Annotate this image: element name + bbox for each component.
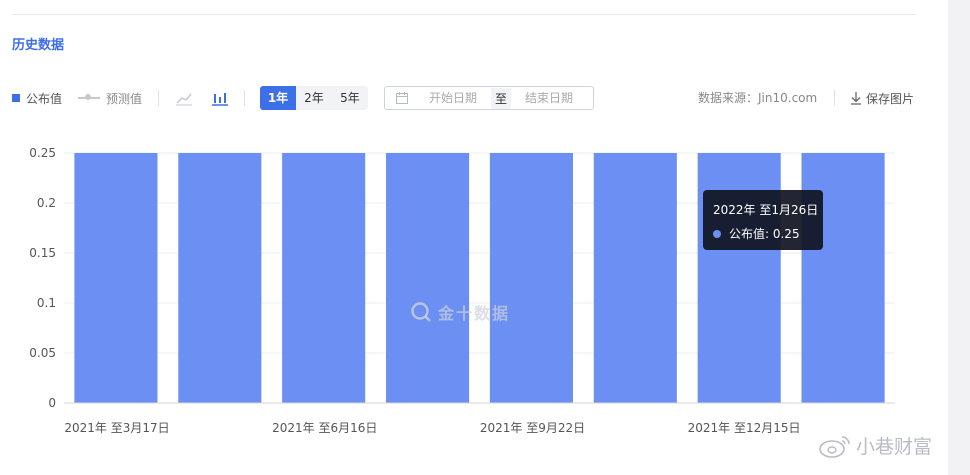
range-selector: 1年 2年 5年: [260, 86, 368, 110]
date-range-picker[interactable]: 至: [384, 86, 594, 110]
brand-text: 小巷财富: [856, 436, 933, 458]
y-tick-label: 0.2: [37, 196, 56, 210]
data-source: 数据来源：Jin10.com: [698, 91, 818, 105]
range-5y-button[interactable]: 5年: [332, 86, 368, 110]
section-divider: [12, 14, 916, 15]
legend-actual-swatch: [12, 94, 20, 102]
legend-actual-label: 公布值: [26, 91, 63, 106]
x-tick-label: 2021年 至9月22日: [480, 421, 585, 435]
chart-watermark: 金十数据: [410, 300, 510, 324]
y-tick-label: 0.25: [29, 146, 56, 160]
range-2y-button[interactable]: 2年: [296, 86, 332, 110]
y-tick-label: 0: [48, 396, 56, 410]
legend-forecast-label: 预测值: [106, 91, 143, 106]
x-tick-label: 2021年 至6月16日: [272, 421, 377, 435]
line-chart-icon[interactable]: [174, 88, 194, 108]
chart-toolbar: 公布值 预测值 1年 2年 5年 至 数据来源：Jin10.com 保存图片: [0, 84, 948, 112]
brand-watermark: 小巷财富: [818, 432, 932, 459]
bar[interactable]: [489, 153, 573, 403]
bar[interactable]: [282, 153, 366, 403]
date-range-separator: 至: [491, 87, 512, 109]
tooltip-value: 公布值: 0.25: [729, 227, 800, 241]
y-tick-label: 0.15: [29, 246, 56, 260]
legend-forecast[interactable]: 预测值: [78, 84, 142, 112]
y-tick-label: 0.05: [29, 346, 56, 360]
legend-forecast-swatch: [78, 94, 100, 100]
bar[interactable]: [593, 153, 677, 403]
start-date-input[interactable]: [421, 91, 485, 105]
watermark-text: 金十数据: [438, 304, 511, 323]
end-date-input[interactable]: [517, 91, 582, 105]
tooltip-title: 2022年 至1月26日: [713, 203, 819, 217]
tooltip-row: 公布值: 0.25: [713, 225, 813, 242]
toolbar-separator: [834, 90, 835, 106]
bar[interactable]: [386, 153, 470, 403]
bar-chart: 0 0.05 0.1 0.15 0.2 0.25 2021年 至3月17日 2021年 至6月…: [29, 146, 895, 435]
download-icon: [851, 92, 861, 105]
bar-chart-icon[interactable]: [210, 88, 230, 108]
x-tick-label: 2021年 至3月17日: [64, 421, 169, 435]
y-tick-label: 0.1: [37, 296, 56, 310]
toolbar-separator: [244, 90, 245, 106]
toolbar-separator: [158, 90, 159, 106]
chart-tooltip: 2022年 至1月26日 公布值: 0.25: [703, 190, 823, 250]
bar[interactable]: [74, 153, 158, 403]
range-1y-button[interactable]: 1年: [260, 86, 296, 110]
save-image-label: 保存图片: [866, 91, 915, 106]
weibo-icon: [819, 435, 850, 458]
page-scrollbar-track[interactable]: [948, 0, 970, 475]
calendar-icon: [395, 91, 409, 105]
jin10-logo-icon: [411, 302, 431, 322]
save-image-button[interactable]: 保存图片: [850, 84, 914, 112]
legend-actual[interactable]: 公布值: [12, 84, 62, 112]
x-tick-label: 2021年 至12月15日: [688, 421, 801, 435]
tooltip-series-dot: [713, 229, 721, 238]
section-title: 历史数据: [12, 38, 65, 53]
bar[interactable]: [178, 153, 262, 403]
